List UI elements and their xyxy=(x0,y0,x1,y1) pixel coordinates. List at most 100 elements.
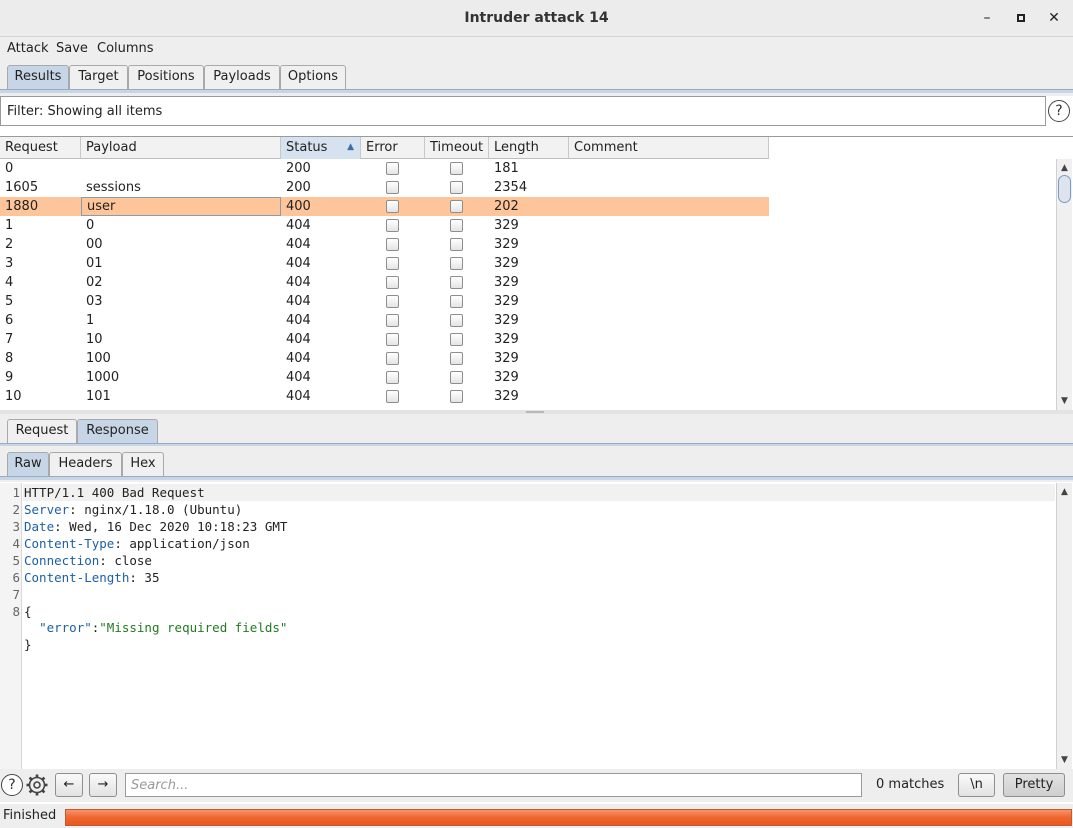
table-row[interactable]: 1880 user 400 202 xyxy=(0,197,769,216)
error-checkbox[interactable] xyxy=(386,295,399,308)
editor-scroll-up-icon[interactable]: ▲ xyxy=(1057,485,1072,499)
scroll-thumb[interactable] xyxy=(1058,175,1071,203)
tab-raw[interactable]: Raw xyxy=(7,452,49,476)
error-checkbox[interactable] xyxy=(386,219,399,232)
table-row[interactable]: 7 10 404 329 xyxy=(0,330,769,349)
arrow-right-icon: → xyxy=(97,777,109,792)
line-number: 4 xyxy=(12,536,20,551)
error-checkbox[interactable] xyxy=(386,200,399,213)
timeout-checkbox[interactable] xyxy=(450,181,463,194)
error-checkbox[interactable] xyxy=(386,352,399,365)
newline-toggle-button[interactable]: \n xyxy=(958,773,995,797)
cell-request: 1 xyxy=(5,218,14,233)
table-row[interactable]: 0 200 181 xyxy=(0,159,769,178)
table-row[interactable]: 3 01 404 329 xyxy=(0,254,769,273)
cell-payload: 1000 xyxy=(86,370,120,385)
cell-comment xyxy=(569,387,769,406)
error-checkbox[interactable] xyxy=(386,314,399,327)
table-row[interactable]: 8 100 404 329 xyxy=(0,349,769,368)
timeout-checkbox[interactable] xyxy=(450,352,463,365)
timeout-checkbox[interactable] xyxy=(450,314,463,327)
timeout-checkbox[interactable] xyxy=(450,276,463,289)
menu-columns[interactable]: Columns xyxy=(97,41,154,56)
scroll-up-icon[interactable]: ▲ xyxy=(1057,161,1072,175)
tab-options[interactable]: Options xyxy=(280,65,346,89)
tab-response[interactable]: Response xyxy=(77,419,158,443)
cell-timeout xyxy=(425,273,489,292)
tab-target[interactable]: Target xyxy=(69,65,128,89)
timeout-checkbox[interactable] xyxy=(450,219,463,232)
tab-request[interactable]: Request xyxy=(7,419,77,443)
tab-results[interactable]: Results xyxy=(7,65,69,89)
error-checkbox[interactable] xyxy=(386,371,399,384)
cell-request: 4 xyxy=(5,275,14,290)
header-name: Server xyxy=(24,502,70,517)
cell-comment xyxy=(569,349,769,368)
menu-save[interactable]: Save xyxy=(56,41,88,56)
cell-timeout xyxy=(425,159,489,178)
tab-headers[interactable]: Headers xyxy=(49,452,122,476)
cell-timeout xyxy=(425,387,489,406)
search-help-icon[interactable]: ? xyxy=(1,774,23,796)
col-request[interactable]: Request xyxy=(0,137,81,159)
error-checkbox[interactable] xyxy=(386,181,399,194)
timeout-checkbox[interactable] xyxy=(450,200,463,213)
table-row[interactable]: 9 1000 404 329 xyxy=(0,368,769,387)
error-checkbox[interactable] xyxy=(386,257,399,270)
error-checkbox[interactable] xyxy=(386,333,399,346)
table-row[interactable]: 2 00 404 329 xyxy=(0,235,769,254)
col-error[interactable]: Error xyxy=(361,137,425,159)
minimize-button[interactable]: – xyxy=(977,8,997,28)
tab-payloads[interactable]: Payloads xyxy=(204,65,280,89)
json-error-line: "error":"Missing required fields" xyxy=(24,619,287,636)
cell-timeout xyxy=(425,311,489,330)
response-editor[interactable]: 12345678 HTTP/1.1 400 Bad Request Server:… xyxy=(0,483,1073,769)
maximize-icon xyxy=(1017,14,1025,22)
col-payload[interactable]: Payload xyxy=(81,137,281,159)
timeout-checkbox[interactable] xyxy=(450,390,463,403)
search-next-button[interactable]: → xyxy=(89,773,117,797)
filter-help-icon[interactable]: ? xyxy=(1048,100,1070,122)
cell-error xyxy=(361,254,425,273)
timeout-checkbox[interactable] xyxy=(450,238,463,251)
table-row[interactable]: 4 02 404 329 xyxy=(0,273,769,292)
timeout-checkbox[interactable] xyxy=(450,162,463,175)
col-timeout[interactable]: Timeout xyxy=(425,137,489,159)
scroll-down-icon[interactable]: ▼ xyxy=(1057,394,1072,408)
col-comment[interactable]: Comment xyxy=(569,137,769,159)
cell-request: 5 xyxy=(5,294,14,309)
error-checkbox[interactable] xyxy=(386,276,399,289)
table-row[interactable]: 10 101 404 329 xyxy=(0,387,769,406)
error-checkbox[interactable] xyxy=(386,390,399,403)
cell-error xyxy=(361,330,425,349)
pretty-toggle-button[interactable]: Pretty xyxy=(1003,773,1065,797)
maximize-button[interactable] xyxy=(1011,8,1031,28)
cell-error xyxy=(361,368,425,387)
timeout-checkbox[interactable] xyxy=(450,333,463,346)
search-input[interactable] xyxy=(125,773,862,797)
menu-attack[interactable]: Attack xyxy=(7,41,49,56)
cell-error xyxy=(361,178,425,197)
settings-gear-icon[interactable] xyxy=(25,773,49,797)
search-prev-button[interactable]: ← xyxy=(55,773,83,797)
editor-scroll-down-icon[interactable]: ▼ xyxy=(1057,753,1072,767)
col-length[interactable]: Length xyxy=(489,137,569,159)
error-checkbox[interactable] xyxy=(386,162,399,175)
timeout-checkbox[interactable] xyxy=(450,371,463,384)
col-status[interactable]: Status ▲ xyxy=(281,137,361,159)
cell-payload: 1 xyxy=(86,313,95,328)
table-row[interactable]: 1605 sessions 200 2354 xyxy=(0,178,769,197)
close-button[interactable]: ✕ xyxy=(1044,8,1064,28)
tab-hex[interactable]: Hex xyxy=(122,452,164,476)
timeout-checkbox[interactable] xyxy=(450,295,463,308)
table-row[interactable]: 6 1 404 329 xyxy=(0,311,769,330)
editor-scrollbar[interactable]: ▲ ▼ xyxy=(1056,483,1072,769)
filter-bar[interactable]: Filter: Showing all items xyxy=(0,96,1046,126)
table-scrollbar[interactable]: ▲ ▼ xyxy=(1056,159,1072,410)
cell-comment xyxy=(569,159,769,178)
tab-positions[interactable]: Positions xyxy=(128,65,204,89)
error-checkbox[interactable] xyxy=(386,238,399,251)
timeout-checkbox[interactable] xyxy=(450,257,463,270)
table-row[interactable]: 1 0 404 329 xyxy=(0,216,769,235)
table-row[interactable]: 5 03 404 329 xyxy=(0,292,769,311)
